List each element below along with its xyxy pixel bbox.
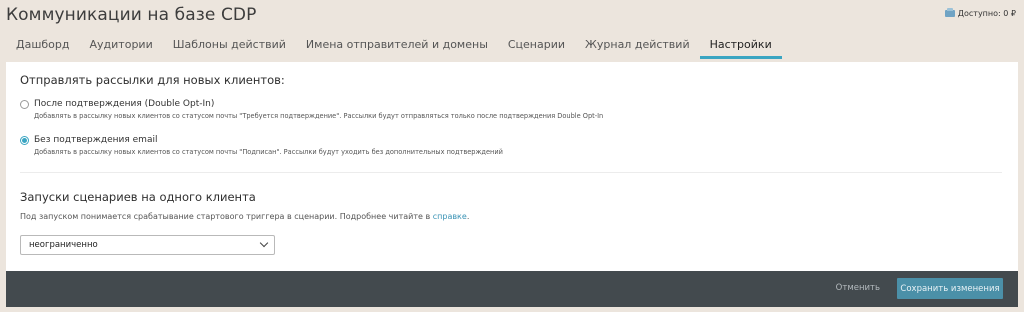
option-description: Добавлять в рассылку новых клиентов со с… <box>34 112 604 120</box>
option-label[interactable]: После подтверждения (Double Opt-In) <box>34 99 214 109</box>
balance-indicator[interactable]: Доступно: 0 ₽ <box>944 8 1016 18</box>
section-divider <box>20 172 1002 173</box>
help-text-body: Под запуском понимается срабатывание ста… <box>20 212 433 221</box>
tab-audiences[interactable]: Аудитории <box>80 33 163 59</box>
option-description: Добавлять в рассылку новых клиентов со с… <box>34 148 503 156</box>
chevron-down-icon <box>259 238 269 248</box>
option-label[interactable]: Без подтверждения email <box>34 135 157 145</box>
radio-double-opt-in[interactable] <box>20 100 29 109</box>
launch-help-text: Под запуском понимается срабатывание ста… <box>20 212 469 221</box>
wallet-icon <box>944 8 955 17</box>
action-footer: Отменить Сохранить изменения <box>6 271 1018 307</box>
send-section-title: Отправлять рассылки для новых клиентов: <box>20 73 285 87</box>
app-header: Коммуникации на базе CDP Доступно: 0 ₽ <box>0 0 1024 32</box>
launch-section-title: Запуски сценариев на одного клиента <box>20 190 256 204</box>
help-link[interactable]: справке <box>433 212 467 221</box>
tab-action-templates[interactable]: Шаблоны действий <box>163 33 296 59</box>
tab-settings[interactable]: Настройки <box>699 33 782 59</box>
save-button[interactable]: Сохранить изменения <box>897 278 1003 299</box>
balance-label: Доступно: 0 ₽ <box>957 9 1016 18</box>
radio-no-confirmation[interactable] <box>20 136 29 145</box>
tab-senders-domains[interactable]: Имена отправителей и домены <box>296 33 498 59</box>
tab-scenarios[interactable]: Сценарии <box>498 33 575 59</box>
page-title: Коммуникации на базе CDP <box>6 5 257 25</box>
tab-action-log[interactable]: Журнал действий <box>575 33 700 59</box>
tab-dashboard[interactable]: Дашборд <box>6 33 80 59</box>
select-value: неограниченно <box>29 240 98 250</box>
settings-panel: Отправлять рассылки для новых клиентов: … <box>6 62 1018 272</box>
help-text-suffix: . <box>466 212 470 221</box>
cancel-button[interactable]: Отменить <box>836 283 880 293</box>
tab-bar: Дашборд Аудитории Шаблоны действий Имена… <box>6 33 782 59</box>
launch-limit-select[interactable]: неограниченно <box>20 235 275 255</box>
